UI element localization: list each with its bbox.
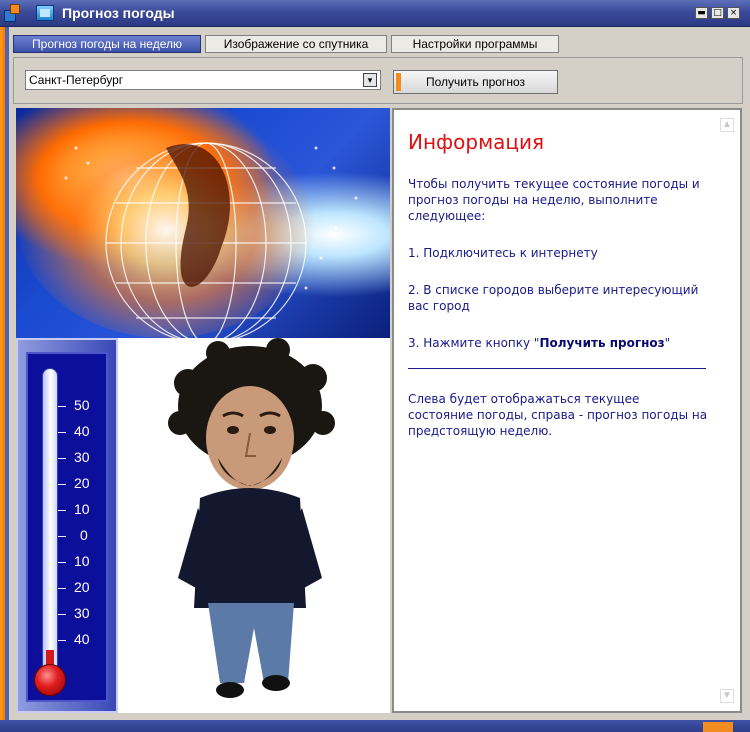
scale-tick (58, 640, 66, 641)
scale-label: 10 (74, 553, 90, 569)
info-step-2: 2. В списке городов выберите интересующи… (408, 283, 699, 313)
scale-label: 30 (74, 449, 90, 465)
scale-tick (58, 406, 66, 407)
info-step-3: 3. Нажмите кнопку "Получить прогноз" (408, 335, 708, 351)
info-panel[interactable]: ▲ Информация Чтобы получить текущее сост… (392, 108, 742, 713)
person-illustration-icon (168, 338, 335, 698)
scale-tick (58, 432, 66, 433)
info-intro: Чтобы получить текущее состояние погоды … (408, 177, 700, 223)
scale-label: 30 (74, 605, 90, 621)
scale-tick (58, 562, 66, 563)
thermometer-widget: 50 40 30 20 10 0 10 20 30 40 (16, 338, 118, 713)
scale-tick (58, 458, 66, 459)
info-step-3-prefix: 3. Нажмите кнопку " (408, 336, 540, 350)
scale-tick (58, 484, 66, 485)
info-step-3-suffix: " (664, 336, 671, 350)
info-content: Информация Чтобы получить текущее состоя… (408, 130, 708, 460)
window-title: Прогноз погоды (62, 5, 175, 21)
bottom-accent-stripe (703, 722, 733, 732)
thermometer-tube (42, 368, 58, 678)
thermometer-bulb (34, 664, 66, 696)
thermometer-face: 50 40 30 20 10 0 10 20 30 40 (26, 352, 108, 702)
window-icon[interactable] (36, 5, 54, 21)
info-footer: Слева будет отображаться текущее состоян… (408, 392, 708, 438)
scale-tick (58, 510, 66, 511)
info-divider (408, 368, 706, 369)
get-forecast-button-label: Получить прогноз (426, 75, 525, 89)
globe-icon (16, 108, 358, 338)
info-step-1: 1. Подключитесь к интернету (408, 246, 598, 260)
chevron-down-icon[interactable]: ▾ (363, 73, 377, 87)
app-window: Прогноз погоды ▬ □ × Прогноз погоды на н… (0, 0, 750, 732)
scale-tick (58, 614, 66, 615)
tab-weekly-forecast[interactable]: Прогноз погоды на неделю (13, 35, 201, 53)
maximize-button[interactable]: □ (711, 7, 724, 19)
close-button[interactable]: × (727, 7, 740, 19)
scale-label: 40 (74, 631, 90, 647)
scale-tick (58, 588, 66, 589)
scale-label: 50 (74, 397, 90, 413)
globe-image (16, 108, 390, 338)
tab-program-settings[interactable]: Настройки программы (391, 35, 559, 53)
bottom-frame (0, 720, 750, 732)
scale-label: 20 (74, 475, 90, 491)
scale-label: 40 (74, 423, 90, 439)
button-accent-stripe (396, 73, 401, 91)
left-accent-band (5, 27, 9, 732)
info-title: Информация (408, 130, 545, 154)
minimize-button[interactable]: ▬ (695, 7, 708, 19)
tab-satellite-image[interactable]: Изображение со спутника (205, 35, 387, 53)
scale-label: 20 (74, 579, 90, 595)
app-logo-icon (4, 2, 30, 24)
scroll-up-icon[interactable]: ▲ (720, 118, 734, 132)
city-select-value: Санкт-Петербург (29, 73, 124, 87)
info-step-3-button-name: Получить прогноз (539, 336, 665, 350)
city-select[interactable]: Санкт-Петербург ▾ (25, 70, 381, 90)
scale-label: 0 (80, 527, 88, 543)
weather-image-area: 50 40 30 20 10 0 10 20 30 40 (16, 108, 390, 713)
title-bar[interactable]: Прогноз погоды ▬ □ × (0, 0, 750, 27)
character-image (118, 338, 390, 713)
get-forecast-button[interactable]: Получить прогноз (393, 70, 558, 94)
toolbar-panel: Санкт-Петербург ▾ Получить прогноз (13, 57, 743, 104)
scale-tick (58, 536, 66, 537)
scroll-down-icon[interactable]: ▼ (720, 689, 734, 703)
scale-label: 10 (74, 501, 90, 517)
